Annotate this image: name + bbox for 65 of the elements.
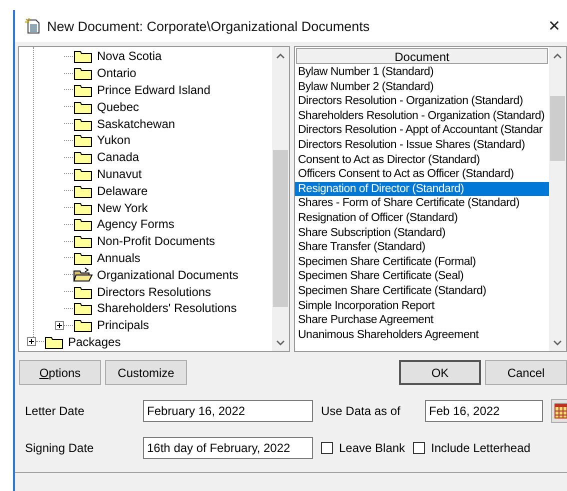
letter-date-field[interactable]: February 16, 2022 [143,400,313,422]
tree-item[interactable]: New York [95,200,150,215]
checkbox[interactable] [321,442,333,454]
window-title: New Document: Corporate\Organizational Documents [47,18,371,34]
document-row[interactable]: Officers Consent to Act as Officer (Standard) [295,167,549,182]
document-row[interactable]: Shareholders Resolution - Organization (Standard) [295,108,549,124]
tree-item[interactable]: Delaware [95,184,150,198]
scrollbar[interactable] [549,47,566,351]
document-row[interactable]: Bylaw Number 2 (Standard) [295,80,549,94]
new-document-icon [25,18,41,34]
tree-item[interactable]: Non-Profit Documents [95,234,218,248]
document-row[interactable]: Resignation of Officer (Standard) [295,210,549,226]
document-row[interactable]: Specimen Share Certificate (Standard) [295,284,549,298]
tree-item[interactable]: Yukon [95,133,132,148]
ok-button[interactable]: OK [399,360,481,385]
expand-icon[interactable] [27,337,36,346]
checkbox-label[interactable]: Include Letterhead [431,441,530,455]
tree-item[interactable]: Nova Scotia [95,49,164,64]
document-row[interactable]: Directors Resolution - Organization (Standard) [295,94,549,109]
tree-item[interactable]: Packages [66,334,123,349]
tree-item[interactable]: Directors Resolutions [95,284,214,299]
field-label: Letter Date [25,404,86,418]
scroll-up-icon[interactable] [276,52,285,58]
cancel-button[interactable]: Cancel [485,360,567,385]
tree-item[interactable]: Annuals [95,250,142,265]
document-row[interactable]: Share Purchase Agreement [295,313,549,328]
field-label: Signing Date [25,441,95,455]
tree-item[interactable]: Prince Edward Island [95,82,212,97]
document-row[interactable]: Consent to Act as Director (Standard) [295,152,549,168]
document-row[interactable]: Specimen Share Certificate (Seal) [295,269,549,284]
tree-item[interactable]: Organizational Documents [95,268,240,282]
document-row[interactable]: Bylaw Number 1 (Standard) [295,65,549,80]
checkbox-label[interactable]: Leave Blank [339,441,406,455]
expand-icon[interactable] [55,320,64,330]
document-row[interactable]: Directors Resolution - Issue Shares (Standard) [295,138,549,153]
scroll-thumb[interactable] [550,96,565,162]
customize-button[interactable]: Customize [105,360,187,385]
field-label: Use Data as of [321,404,402,418]
tree-item[interactable]: Nunavut [95,166,144,181]
document-row[interactable]: Simple Incorporation Report [295,298,549,314]
scroll-down-icon[interactable] [276,340,285,346]
document-row[interactable]: Directors Resolution - Appt of Accountant (Standar [295,123,549,138]
scroll-up-icon[interactable] [553,52,562,58]
options-button[interactable]: Options [19,360,101,385]
tree-item[interactable]: Canada [95,150,142,164]
document-row[interactable]: Specimen Share Certificate (Formal) [295,254,549,270]
scrollbar[interactable] [272,47,289,351]
column-header[interactable]: Document [296,48,548,64]
scroll-thumb[interactable] [273,150,288,307]
tree-item[interactable]: Saskatchewan [95,116,178,131]
tree-item[interactable]: Quebec [95,100,142,114]
signing-date-field[interactable]: 16th day of February, 2022 [143,437,313,459]
document-row[interactable]: Share Transfer (Standard) [295,240,549,255]
tree-item[interactable]: Shareholders' Resolutions [95,301,239,316]
document-row[interactable]: Resignation of Director (Standard) [295,182,549,196]
document-row[interactable]: Share Subscription (Standard) [295,226,549,240]
tree-item[interactable]: Principals [95,318,152,332]
tree-item[interactable]: Agency Forms [95,217,176,232]
scroll-down-icon[interactable] [553,340,562,346]
data-date-field[interactable]: Feb 16, 2022 [425,400,543,422]
document-row[interactable]: Unanimous Shareholders Agreement [295,328,549,342]
tree-item[interactable]: Ontario [95,66,138,80]
document-row[interactable]: Shares - Form of Share Certificate (Standard) [295,196,549,211]
checkbox[interactable] [413,442,426,454]
close-button[interactable]: ✕ [548,17,561,35]
